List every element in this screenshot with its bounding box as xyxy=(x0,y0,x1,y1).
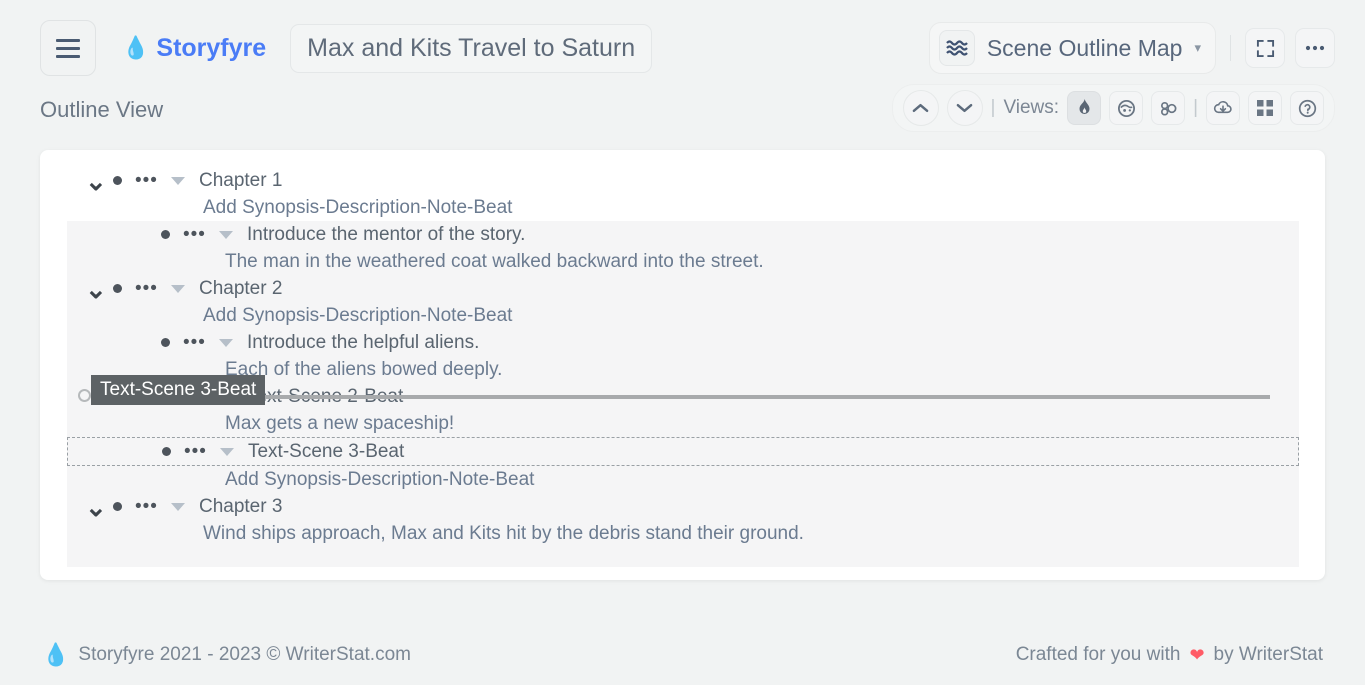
hamburger-icon-bar xyxy=(56,38,80,42)
chevron-down-icon: ⌄ xyxy=(134,447,154,457)
cloud-download-button[interactable] xyxy=(1206,91,1240,125)
grid-view-button[interactable] xyxy=(1248,91,1282,125)
footer-copyright: 💧 Storyfyre 2021 - 2023 © WriterStat.com xyxy=(42,644,411,666)
ellipsis-icon[interactable]: ••• xyxy=(135,497,158,516)
drag-ghost-label: Text-Scene 3-Beat xyxy=(91,375,266,405)
drag-drop-indicator-handle xyxy=(78,389,91,402)
outline-row-controls: ⌄ ••• xyxy=(85,276,185,302)
outline-node-label: Introduce the mentor of the story. xyxy=(246,223,526,245)
bullet-dot-icon[interactable] xyxy=(113,284,122,293)
chevron-down-icon[interactable]: ⌄ xyxy=(85,168,107,194)
scene-outline-map-label: Scene Outline Map xyxy=(986,34,1183,61)
views-label: Views: xyxy=(1003,97,1060,118)
subheader: Outline View | Views: | xyxy=(0,84,1365,146)
outline-synopsis-row[interactable]: Add Synopsis-Description-Note-Beat xyxy=(67,302,1299,329)
outline-node-label: Chapter 2 xyxy=(198,277,283,299)
ellipsis-icon[interactable]: ••• xyxy=(183,225,206,244)
ellipsis-icon[interactable]: ••• xyxy=(183,333,206,352)
app-header: 💧 Storyfyre Max and Kits Travel to Satur… xyxy=(0,0,1365,96)
outline-synopsis-text[interactable]: Max gets a new spaceship! xyxy=(225,413,454,435)
drag-drop-indicator-line xyxy=(105,395,1270,399)
outline-synopsis-row[interactable]: Add Synopsis-Description-Note-Beat xyxy=(67,194,1299,221)
hamburger-menu-button[interactable] xyxy=(40,20,96,76)
app-footer: 💧 Storyfyre 2021 - 2023 © WriterStat.com… xyxy=(0,625,1365,685)
outline-synopsis-text[interactable]: Add Synopsis-Description-Note-Beat xyxy=(203,305,512,327)
triangle-down-icon[interactable] xyxy=(218,230,233,239)
more-options-button[interactable] xyxy=(1295,28,1335,68)
bullet-dot-icon[interactable] xyxy=(162,447,171,456)
outline-row-controls: ⌄ ••• xyxy=(134,442,234,461)
hamburger-icon-bar xyxy=(56,46,80,50)
flame-icon: 💧 xyxy=(42,642,70,667)
crafted-text: Crafted for you with xyxy=(1015,644,1181,665)
chevron-down-icon[interactable]: ⌄ xyxy=(85,494,107,520)
views-separator: | xyxy=(990,97,996,118)
hamburger-icon-bar xyxy=(56,54,80,58)
outline-node-row[interactable]: ⌄ ••• Chapter 1 xyxy=(67,167,1299,194)
bullet-dot-icon[interactable] xyxy=(161,230,170,239)
brand-logo[interactable]: 💧 Storyfyre xyxy=(122,34,266,63)
outline-node-row[interactable]: ⌄ ••• Text-Scene 3-Beat xyxy=(67,437,1299,466)
outline-row-controls: ⌄ ••• xyxy=(85,168,185,194)
outline-node-row[interactable]: ⌄ ••• Chapter 3 xyxy=(67,493,1299,520)
chevron-down-icon: ⌄ xyxy=(133,338,153,348)
bullet-dot-icon[interactable] xyxy=(161,338,170,347)
outline-node-label: Chapter 3 xyxy=(198,495,283,517)
views-separator-2: | xyxy=(1193,97,1198,118)
outline-row-controls: ⌄ ••• xyxy=(133,225,233,244)
triangle-down-icon[interactable] xyxy=(219,447,234,456)
triangle-down-icon[interactable] xyxy=(170,176,185,185)
outline-synopsis-row[interactable]: Add Synopsis-Description-Note-Beat xyxy=(67,466,1299,493)
outline-synopsis-row[interactable]: Max gets a new spaceship! xyxy=(67,410,1299,437)
view-flame-button[interactable] xyxy=(1067,91,1102,125)
brand-name: Storyfyre xyxy=(156,33,267,62)
help-button[interactable] xyxy=(1290,91,1324,125)
bullet-dot-icon[interactable] xyxy=(113,502,122,511)
footer-credit: Crafted for you with ❤ by WriterStat xyxy=(1016,644,1323,666)
chevron-down-icon: ▾ xyxy=(1194,40,1201,55)
triangle-down-icon[interactable] xyxy=(170,502,185,511)
copyright-text: Storyfyre 2021 - 2023 © WriterStat.com xyxy=(78,644,411,665)
outline-node-row[interactable]: ⌄ ••• Introduce the mentor of the story. xyxy=(67,221,1299,248)
triangle-down-icon[interactable] xyxy=(170,284,185,293)
outline-node-label: Chapter 1 xyxy=(198,169,283,191)
move-up-button[interactable] xyxy=(902,90,939,126)
outline-node-row[interactable]: ⌄ ••• Introduce the helpful aliens. xyxy=(67,329,1299,356)
ellipsis-icon[interactable]: ••• xyxy=(184,442,207,461)
by-text: by WriterStat xyxy=(1213,644,1323,665)
flame-icon: 💧 xyxy=(122,35,150,60)
outline-synopsis-row[interactable]: Wind ships approach, Max and Kits hit by… xyxy=(67,520,1299,547)
outline-node-label: Text-Scene 3-Beat xyxy=(247,440,405,462)
header-divider xyxy=(1230,35,1231,61)
views-toolbar: | Views: | xyxy=(891,84,1335,132)
outline-synopsis-text[interactable]: Add Synopsis-Description-Note-Beat xyxy=(203,197,512,219)
project-title-text: Max and Kits Travel to Saturn xyxy=(307,33,636,62)
header-actions: Scene Outline Map ▾ xyxy=(928,22,1335,74)
outline-synopsis-text[interactable]: Each of the aliens bowed deeply. xyxy=(225,359,502,381)
outline-row-controls: ⌄ ••• xyxy=(85,494,185,520)
outline-node-row[interactable]: ⌄ ••• Chapter 2 xyxy=(67,275,1299,302)
ellipsis-icon[interactable]: ••• xyxy=(135,279,158,298)
triangle-down-icon[interactable] xyxy=(218,338,233,347)
outline-synopsis-row[interactable]: The man in the weathered coat walked bac… xyxy=(67,248,1299,275)
scene-outline-map-select[interactable]: Scene Outline Map ▾ xyxy=(928,22,1216,74)
move-down-button[interactable] xyxy=(946,90,983,126)
outline-synopsis-text[interactable]: The man in the weathered coat walked bac… xyxy=(225,251,764,273)
outline-card: ⌄ ••• Chapter 1 Add Synopsis-Description-No… xyxy=(40,150,1325,580)
chevron-down-icon: ⌄ xyxy=(133,230,153,240)
outline-node-label: Introduce the helpful aliens. xyxy=(246,331,480,353)
fullscreen-button[interactable] xyxy=(1245,28,1285,68)
bullet-dot-icon[interactable] xyxy=(113,176,122,185)
project-title-field[interactable]: Max and Kits Travel to Saturn xyxy=(290,23,653,73)
outline-tree: ⌄ ••• Chapter 1 Add Synopsis-Description-No… xyxy=(67,167,1299,567)
ellipsis-icon[interactable]: ••• xyxy=(135,171,158,190)
outline-synopsis-text[interactable]: Add Synopsis-Description-Note-Beat xyxy=(225,469,534,491)
heart-icon: ❤ xyxy=(1189,644,1205,665)
view-molecule-button[interactable] xyxy=(1151,91,1186,125)
waves-icon xyxy=(938,30,975,66)
outline-row-controls: ⌄ ••• xyxy=(133,333,233,352)
chevron-down-icon[interactable]: ⌄ xyxy=(85,276,107,302)
view-character-button[interactable] xyxy=(1109,91,1144,125)
outline-synopsis-text[interactable]: Wind ships approach, Max and Kits hit by… xyxy=(203,523,804,545)
